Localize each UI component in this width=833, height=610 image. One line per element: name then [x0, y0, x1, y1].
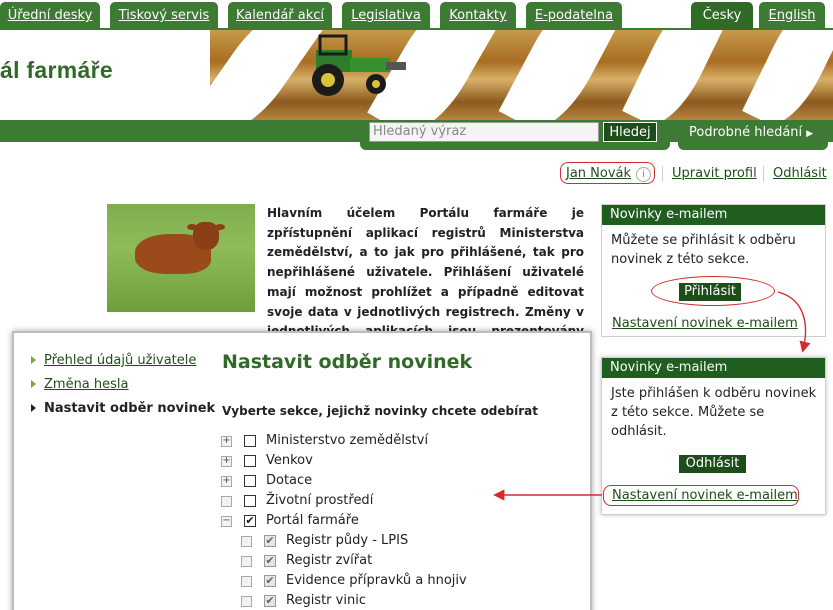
unsubscribe-button[interactable]: Odhlásit: [679, 455, 746, 473]
panel-title: Nastavit odběr novinek: [222, 351, 473, 373]
subscription-settings-panel: Přehled údajů uživatele Změna hesla Nast…: [12, 331, 592, 610]
section-label: Ministerstvo zemědělství: [266, 433, 429, 448]
tab-kalendar-akci[interactable]: Kalendář akcí: [228, 2, 332, 30]
annotation-oval: [651, 276, 775, 306]
chevron-right-icon: ▶: [806, 129, 814, 139]
section-checkbox[interactable]: [244, 435, 256, 447]
widget-title: Novinky e-mailem: [602, 358, 825, 378]
section-label: Portál farmáře: [266, 513, 359, 528]
sidebar-item-user-overview[interactable]: Přehled údajů uživatele: [44, 353, 196, 368]
sidebar-item-newsletter[interactable]: Nastavit odběr novinek: [44, 401, 215, 416]
leaf-node-icon: [221, 496, 232, 507]
section-checkbox[interactable]: [244, 495, 256, 507]
tab-tiskovy-servis[interactable]: Tiskový servis: [110, 2, 218, 30]
language-english[interactable]: English: [759, 2, 825, 30]
header-banner: ál farmáře: [0, 30, 833, 120]
section-label: Evidence přípravků a hnojiv: [286, 573, 467, 588]
divider: [662, 166, 663, 182]
cow-photo: [107, 204, 255, 312]
newsletter-widget-signed-out: Novinky e-mailem Můžete se přihlásit k o…: [601, 204, 826, 337]
advanced-search-label: Podrobné hledání: [689, 125, 803, 140]
widget-text: Jste přihlášen k odběru novinek z této s…: [611, 386, 817, 439]
cow-ear-shape: [215, 224, 225, 230]
tab-e-podatelna[interactable]: E-podatelna: [526, 2, 622, 30]
section-label: Dotace: [266, 473, 313, 488]
advanced-search-link[interactable]: Podrobné hledání ▶: [689, 125, 813, 140]
section-checkbox[interactable]: ✔: [244, 515, 256, 527]
search-button[interactable]: Hledej: [603, 122, 657, 142]
panel-subtitle: Vyberte sekce, jejichž novinky chcete od…: [222, 404, 538, 418]
top-navigation: Úřední desky Tiskový servis Kalendář akc…: [0, 0, 833, 30]
language-czech[interactable]: Česky: [691, 2, 753, 30]
info-icon[interactable]: i: [636, 167, 651, 182]
tab-legislativa[interactable]: Legislativa: [342, 2, 430, 30]
newsletter-settings-link[interactable]: Nastavení novinek e-mailem: [612, 316, 798, 331]
leaf-node-icon: [241, 576, 252, 587]
section-checkbox[interactable]: [244, 475, 256, 487]
edit-profile-link[interactable]: Upravit profil: [672, 166, 757, 181]
logout-link[interactable]: Odhlásit: [773, 166, 827, 181]
bullet-icon: [31, 404, 36, 412]
sidebar-item-change-password[interactable]: Změna hesla: [44, 377, 129, 392]
site-title: ál farmáře: [0, 57, 113, 83]
widget-text: Můžete se přihlásit k odběru novinek z t…: [611, 233, 796, 267]
user-name-link[interactable]: Jan Novák: [566, 166, 631, 181]
annotation-oval: [603, 485, 799, 506]
section-checkbox[interactable]: ✔: [264, 575, 276, 587]
section-checkbox[interactable]: ✔: [264, 595, 276, 607]
leaf-node-icon: [241, 536, 252, 547]
section-label: Životní prostředí: [266, 493, 374, 508]
leaf-node-icon: [241, 596, 252, 607]
section-label: Venkov: [266, 453, 313, 468]
collapse-icon[interactable]: −: [221, 516, 232, 527]
section-checkbox[interactable]: ✔: [264, 535, 276, 547]
tab-uredni-desky[interactable]: Úřední desky: [0, 2, 100, 30]
section-label: Registr půdy - LPIS: [286, 533, 409, 548]
section-label: Registr zvířat: [286, 553, 373, 568]
cow-ear-shape: [187, 224, 197, 230]
expand-icon[interactable]: +: [221, 456, 232, 467]
divider: [763, 166, 764, 182]
section-label: Registr vinic: [286, 593, 366, 608]
tractor-icon: [312, 34, 406, 96]
leaf-node-icon: [241, 556, 252, 567]
bullet-icon: [31, 380, 36, 388]
section-checkbox[interactable]: ✔: [264, 555, 276, 567]
tab-kontakty[interactable]: Kontakty: [440, 2, 516, 30]
search-input[interactable]: Hledaný výraz: [369, 122, 599, 142]
section-checkbox[interactable]: [244, 455, 256, 467]
bullet-icon: [31, 356, 36, 364]
expand-icon[interactable]: +: [221, 436, 232, 447]
widget-title: Novinky e-mailem: [602, 205, 825, 225]
expand-icon[interactable]: +: [221, 476, 232, 487]
